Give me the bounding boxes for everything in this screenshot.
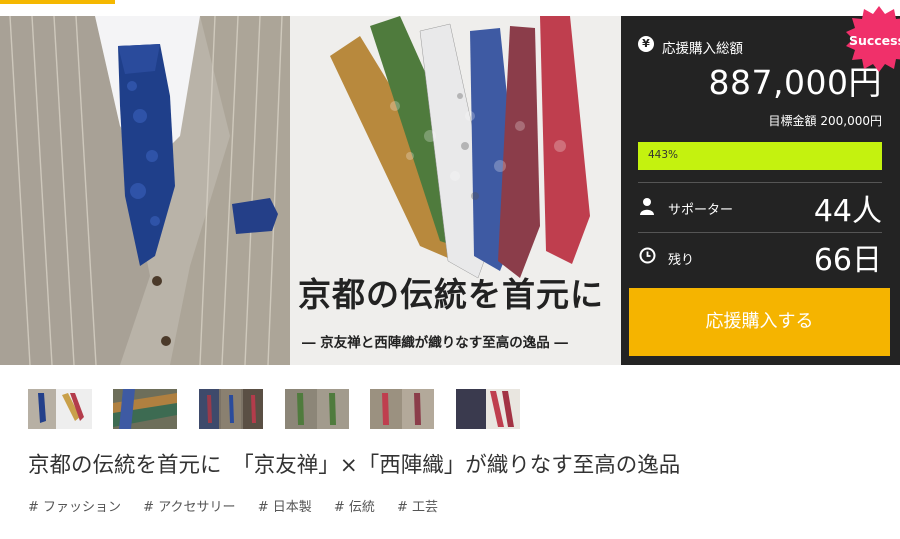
project-page: 京都の伝統を首元に ― 京友禅と西陣織が織りなす至高の逸品 ― ¥ 応援購入総額… (0, 0, 900, 539)
success-badge: Success (848, 33, 900, 48)
goal-amount: 目標金額 200,000円 (768, 114, 882, 128)
remaining-label: 残り (668, 253, 695, 268)
tag-list: # ファッション # アクセサリー # 日本製 # 伝統 # 工芸 (28, 496, 456, 515)
thumbnail-1[interactable] (28, 389, 92, 429)
thumbnail-4[interactable] (285, 389, 349, 429)
total-amount-label: 応援購入総額 (662, 41, 743, 57)
tag-fashion[interactable]: # ファッション (28, 500, 121, 515)
clock-icon (639, 247, 656, 264)
thumbnail-5[interactable] (370, 389, 434, 429)
tag-accessory[interactable]: # アクセサリー (143, 500, 235, 515)
yen-icon: ¥ (638, 36, 654, 52)
project-title: 京都の伝統を首元に 「京友禅」×「西陣織」が織りなす至高の逸品 (28, 453, 681, 478)
tag-craft[interactable]: # 工芸 (397, 500, 438, 515)
divider (638, 232, 882, 233)
top-accent-bar (0, 0, 115, 4)
supporters-label: サポーター (668, 203, 734, 218)
remaining-days: 66日 (813, 243, 882, 278)
divider (638, 182, 882, 183)
supporters-count: 44人 (813, 194, 882, 229)
thumbnail-3[interactable] (199, 389, 263, 429)
tag-made-in-japan[interactable]: # 日本製 (258, 500, 312, 515)
person-icon (640, 198, 654, 215)
hero-image: 京都の伝統を首元に ― 京友禅と西陣織が織りなす至高の逸品 ― (0, 16, 621, 365)
hero-title: 京都の伝統を首元に (298, 275, 604, 314)
tag-tradition[interactable]: # 伝統 (334, 500, 375, 515)
thumbnail-6[interactable] (456, 389, 520, 429)
support-purchase-button[interactable]: 応援購入する (629, 288, 890, 356)
hero-subtitle: ― 京友禅と西陣織が織りなす至高の逸品 ― (302, 335, 568, 351)
thumbnail-2[interactable] (113, 389, 177, 429)
progress-label: 443% (648, 149, 679, 161)
progress-bar: 443% (638, 142, 882, 170)
